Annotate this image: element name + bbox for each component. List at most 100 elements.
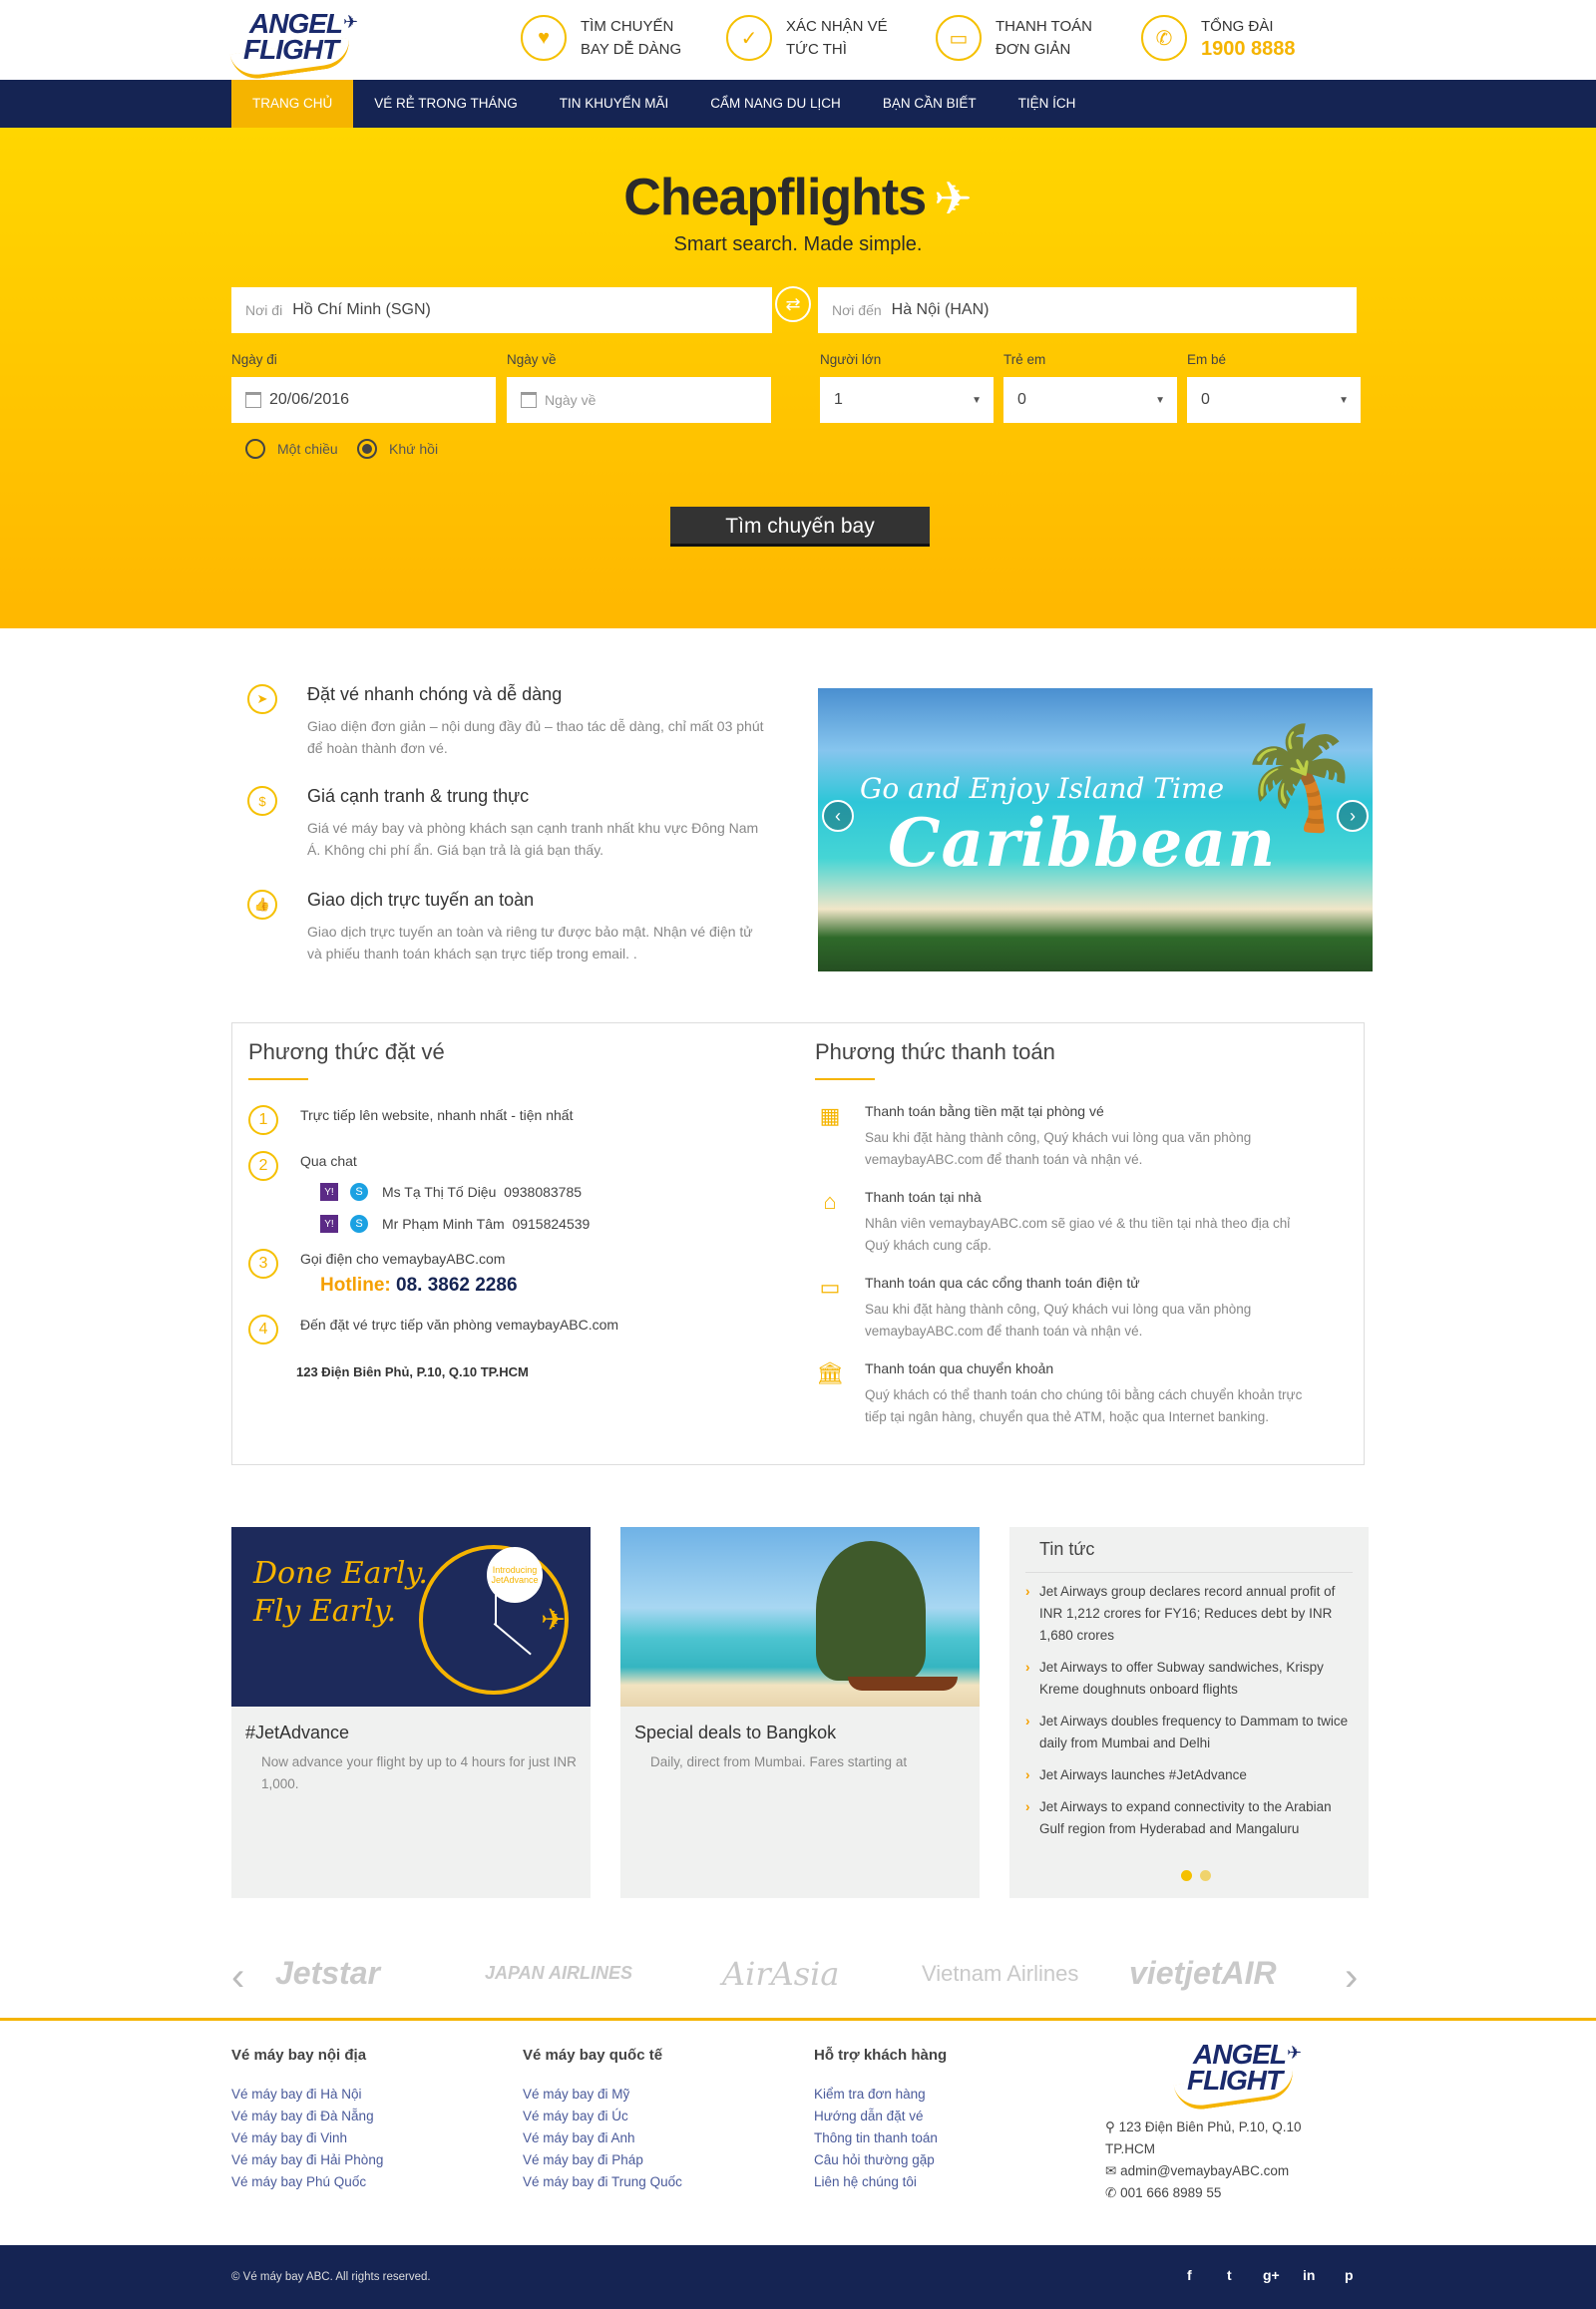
from-field[interactable]: Nơi đi Hồ Chí Minh (SGN) [231, 287, 772, 333]
footer-col-support: Hỗ trợ khách hàng Kiểm tra đơn hàng Hướn… [814, 2047, 947, 2193]
nav-item-home[interactable]: TRANG CHỦ [231, 80, 354, 128]
nav-item-promotions[interactable]: TIN KHUYẾN MÃI [539, 80, 690, 128]
phone-icon: ✆ [1105, 2185, 1121, 2200]
benefit-fast-booking: ➤ Đặt vé nhanh chóng và dễ dàng Giao diệ… [247, 684, 766, 759]
swap-icon[interactable]: ⇄ [775, 286, 811, 322]
skype-icon[interactable]: S [350, 1183, 368, 1201]
adults-select[interactable]: 1 ▼ [820, 377, 994, 423]
footer-phone-text: 001 666 8989 55 [1120, 2185, 1222, 2200]
carousel-prev-arrow[interactable]: ‹ [231, 1955, 244, 2000]
oneway-radio[interactable]: Một chiều [245, 439, 338, 459]
nav-item-monthly-deals[interactable]: VÉ RẺ TRONG THÁNG [353, 80, 539, 128]
footer-accent-line [0, 2018, 1596, 2021]
chat-contact[interactable]: Y! S Ms Tạ Thị Tố Diệu 0938083785 [320, 1183, 582, 1201]
footer-link[interactable]: Vé máy bay đi Hà Nội [231, 2084, 383, 2106]
skype-icon[interactable]: S [350, 1215, 368, 1233]
from-label: Nơi đi [245, 302, 283, 318]
google-plus-icon[interactable]: g+ [1263, 2267, 1280, 2283]
chat-contact[interactable]: Y! S Mr Phạm Minh Tâm 0915824539 [320, 1215, 590, 1233]
facebook-icon[interactable]: f [1187, 2267, 1192, 2283]
footer-link[interactable]: Kiểm tra đơn hàng [814, 2084, 947, 2106]
hotline-number[interactable]: 1900 8888 [1201, 38, 1296, 61]
step-text: Trực tiếp lên website, nhanh nhất - tiện… [300, 1107, 574, 1123]
footer-link[interactable]: Thông tin thanh toán [814, 2127, 947, 2149]
feature-easy-search: ♥ TÌM CHUYẾN BAY DỄ DÀNG [521, 8, 681, 68]
footer-link[interactable]: Vé máy bay đi Mỹ [523, 2084, 682, 2106]
yahoo-icon[interactable]: Y! [320, 1215, 338, 1233]
title-underline [248, 1078, 308, 1080]
title-underline [815, 1078, 875, 1080]
promo-card-bangkok[interactable]: Special deals to Bangkok Daily, direct f… [620, 1527, 980, 1898]
depart-date-input[interactable]: 20/06/2016 [231, 377, 496, 423]
footer-phone[interactable]: ✆ 001 666 8989 55 [1105, 2182, 1345, 2204]
pagination-dot-active[interactable] [1181, 1870, 1192, 1881]
card-title: Special deals to Bangkok [634, 1723, 837, 1742]
feature-line2: TỨC THÌ [786, 41, 847, 58]
done-early-text: Done Early. Fly Early. [253, 1555, 428, 1631]
roundtrip-radio[interactable]: Khứ hồi [357, 439, 438, 459]
longtail-boat [848, 1677, 958, 1691]
airline-logo-jetstar[interactable]: Jetstar [275, 1955, 380, 1992]
footer-link[interactable]: Vé máy bay đi Đà Nẵng [231, 2106, 383, 2127]
footer-logo[interactable]: ANGEL FLIGHT ✈ [1173, 2037, 1305, 2114]
nav-item-need-to-know[interactable]: BẠN CẦN BIẾT [862, 80, 998, 128]
footer-link[interactable]: Liên hệ chúng tôi [814, 2171, 947, 2193]
search-flights-button[interactable]: Tìm chuyến bay [670, 507, 930, 547]
to-field[interactable]: Nơi đến Hà Nội (HAN) [818, 287, 1357, 333]
rock-island [816, 1541, 926, 1681]
pinterest-icon[interactable]: p [1345, 2267, 1354, 2283]
to-label: Nơi đến [832, 302, 882, 318]
footer-link[interactable]: Vé máy bay Phú Quốc [231, 2171, 383, 2193]
nav-item-utilities[interactable]: TIỆN ÍCH [998, 80, 1097, 128]
footer-email[interactable]: ✉ admin@vemaybayABC.com [1105, 2160, 1345, 2182]
news-item[interactable]: Jet Airways to offer Subway sandwiches, … [1023, 1657, 1353, 1701]
slider-prev-arrow[interactable]: ‹ [822, 800, 854, 832]
pagination-dot[interactable] [1200, 1870, 1211, 1881]
payment-title: Thanh toán tại nhà [865, 1189, 982, 1205]
linkedin-icon[interactable]: in [1303, 2267, 1315, 2283]
return-date-input[interactable]: Ngày về [507, 377, 771, 423]
footer-address-text: 123 Điện Biên Phủ, P.10, Q.10 TP.HCM [1105, 2119, 1302, 2156]
children-select[interactable]: 0 ▼ [1003, 377, 1177, 423]
hotline[interactable]: Hotline: 08. 3862 2286 [320, 1275, 518, 1297]
footer-bottom-bar: © Vé máy bay ABC. All rights reserved. f… [0, 2245, 1596, 2309]
footer-link[interactable]: Vé máy bay đi Úc [523, 2106, 682, 2127]
promo-card-jetadvance[interactable]: Done Early. Fly Early. Introducing JetAdv… [231, 1527, 591, 1898]
footer-email-text: admin@vemaybayABC.com [1120, 2163, 1290, 2178]
footer-link[interactable]: Câu hỏi thường gặp [814, 2149, 947, 2171]
twitter-icon[interactable]: t [1227, 2267, 1232, 2283]
news-item[interactable]: Jet Airways launches #JetAdvance [1023, 1764, 1353, 1786]
footer-link[interactable]: Vé máy bay đi Pháp [523, 2149, 682, 2171]
airline-logo-vietnam-airlines[interactable]: Vietnam Airlines [922, 1961, 1078, 1987]
from-value: Hồ Chí Minh (SGN) [292, 301, 431, 318]
footer-link[interactable]: Vé máy bay đi Anh [523, 2127, 682, 2149]
news-item[interactable]: Jet Airways group declares record annual… [1023, 1581, 1353, 1647]
carousel-next-arrow[interactable]: › [1345, 1955, 1358, 2000]
payment-text: Sau khi đặt hàng thành công, Quý khách v… [865, 1302, 1252, 1339]
bank-icon: 🏛 [816, 1360, 844, 1385]
footer-address: ⚲ 123 Điện Biên Phủ, P.10, Q.10 TP.HCM [1105, 2117, 1345, 2160]
footer-link[interactable]: Vé máy bay đi Hải Phòng [231, 2149, 383, 2171]
infants-select[interactable]: 0 ▼ [1187, 377, 1361, 423]
divider [1025, 1572, 1353, 1573]
feature-hotline: ✆ TỔNG ĐÀI 1900 8888 [1141, 8, 1296, 68]
angel-flight-logo[interactable]: ANGEL FLIGHT ✈ [229, 6, 361, 83]
nav-item-travel-guide[interactable]: CẨM NANG DU LỊCH [689, 80, 862, 128]
feature-line1: XÁC NHẬN VÉ [786, 18, 888, 35]
chevron-down-icon: ▼ [1339, 394, 1349, 406]
airline-logo-airasia[interactable]: AirAsia [722, 1955, 839, 1993]
news-item[interactable]: Jet Airways doubles frequency to Dammam … [1023, 1711, 1353, 1754]
feature-line2: ĐƠN GIẢN [996, 41, 1071, 58]
yahoo-icon[interactable]: Y! [320, 1183, 338, 1201]
slider-next-arrow[interactable]: › [1337, 800, 1369, 832]
footer-link[interactable]: Hướng dẫn đặt vé [814, 2106, 947, 2127]
footer-link[interactable]: Vé máy bay đi Trung Quốc [523, 2171, 682, 2193]
footer-col-title: Vé máy bay quốc tế [523, 2047, 663, 2064]
airline-logo-jal[interactable]: JAPAN AIRLINES [485, 1963, 632, 1984]
footer-link[interactable]: Vé máy bay đi Vinh [231, 2127, 383, 2149]
promo-slider[interactable]: Go and Enjoy Island Time Caribbean 🌴 ‹ › [818, 688, 1373, 971]
news-item[interactable]: Jet Airways to expand connectivity to th… [1023, 1796, 1353, 1840]
benefit-secure-transaction: 👍 Giao dịch trực tuyến an toàn Giao dịch… [247, 890, 766, 964]
brand-title: Cheapflights [623, 169, 927, 226]
airline-logo-vietjet[interactable]: vietjetAIR [1129, 1955, 1277, 1992]
